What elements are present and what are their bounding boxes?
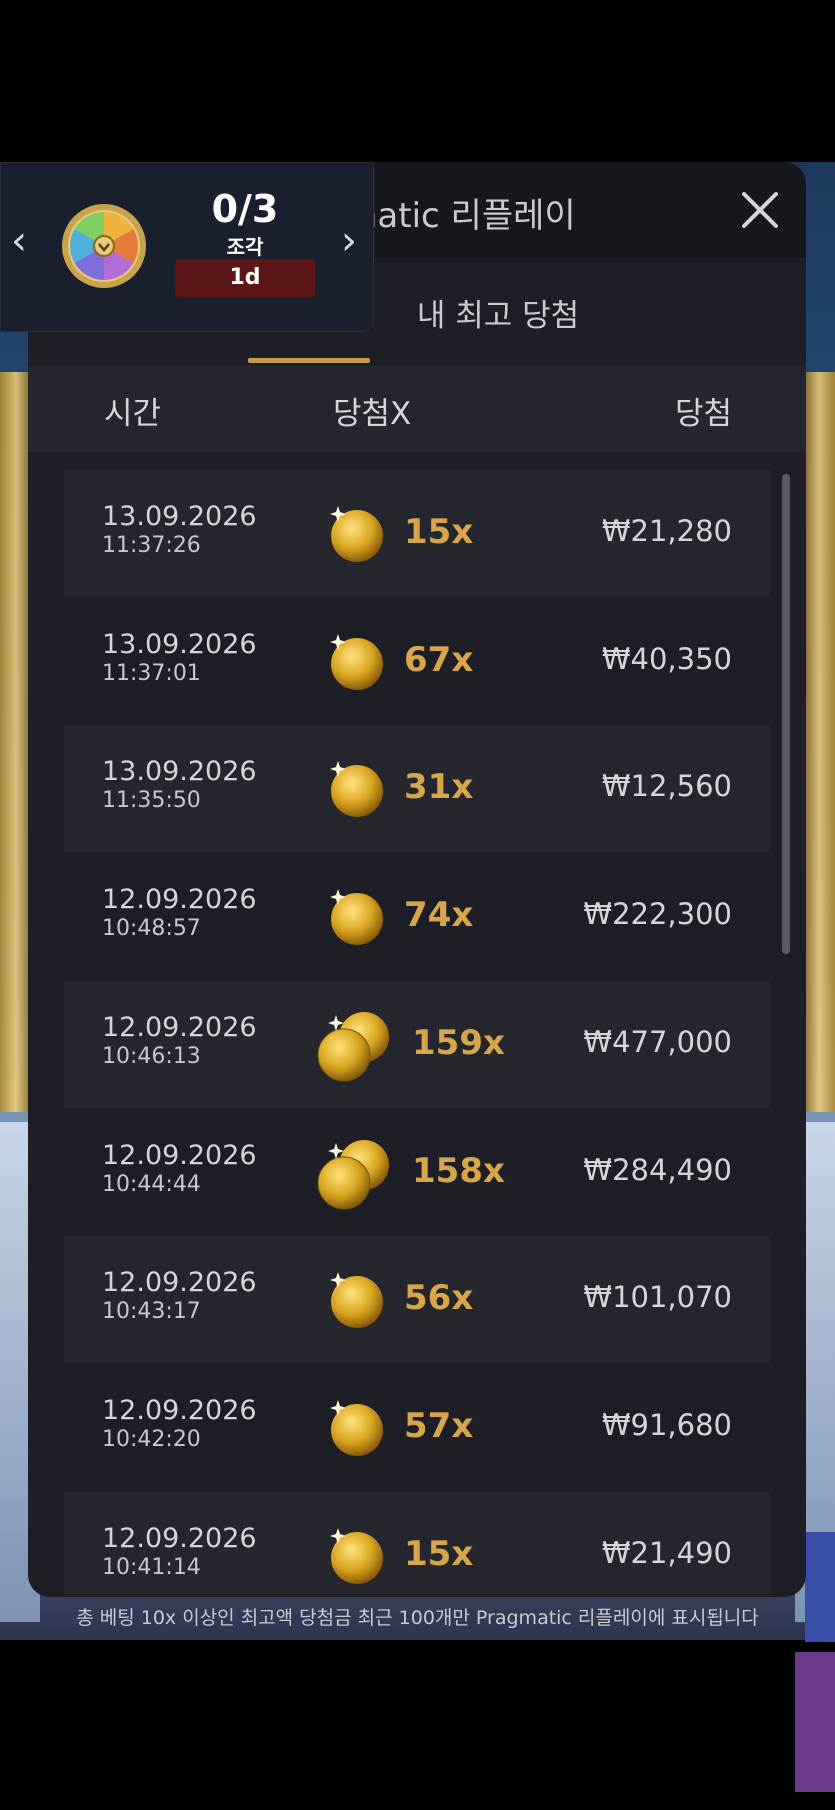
table-header: 시간 당첨X 당첨 <box>28 366 806 452</box>
row-multiplier: 74x <box>404 895 474 935</box>
table-row[interactable]: 12.09.2026 10:48:57 74x ₩222,300 <box>64 853 770 980</box>
row-multiplier: 15x <box>404 512 474 552</box>
close-icon <box>742 192 778 228</box>
row-win-amount: ₩477,000 <box>583 1025 732 1059</box>
fragment-count: 0/3 <box>211 187 279 231</box>
row-multiplier: 15x <box>404 1534 474 1574</box>
row-date: 13.09.2026 <box>102 756 257 787</box>
table-row[interactable]: 12.09.2026 10:41:14 15x ₩21,490 <box>64 1492 770 1594</box>
table-row[interactable]: 12.09.2026 10:46:13 159x ₩477,000 <box>64 981 770 1108</box>
gold-coins-icon <box>317 1012 389 1082</box>
row-date: 12.09.2026 <box>102 1395 257 1426</box>
row-multiplier: 56x <box>404 1278 474 1318</box>
gift-box-decoration <box>795 1652 835 1792</box>
row-win-amount: ₩101,070 <box>583 1280 732 1314</box>
tab-my-best-wins[interactable]: 내 최고 당첨 <box>398 258 598 366</box>
row-date: 13.09.2026 <box>102 501 257 532</box>
fragment-label: 조각 <box>226 235 264 259</box>
row-win-amount: ₩40,350 <box>601 642 732 676</box>
row-win-amount: ₩222,300 <box>583 897 732 931</box>
row-date: 12.09.2026 <box>102 1267 257 1298</box>
fragment-widget: ‹ 0/3 조각 1d › <box>0 162 374 332</box>
column-header-time: 시간 <box>104 396 162 432</box>
row-date: 12.09.2026 <box>102 884 257 915</box>
table-row[interactable]: 13.09.2026 11:35:50 31x ₩12,560 <box>64 725 770 852</box>
row-win-amount: ₩91,680 <box>601 1408 732 1442</box>
gold-coin-icon <box>330 889 383 945</box>
gold-coin-icon <box>330 506 383 562</box>
gold-coin-icon <box>330 1528 383 1584</box>
chevron-right-icon[interactable]: › <box>341 221 357 261</box>
row-date: 13.09.2026 <box>102 629 257 660</box>
row-win-amount: ₩21,280 <box>601 514 732 548</box>
row-time: 11:37:01 <box>102 661 201 686</box>
table-row[interactable]: 12.09.2026 10:44:44 158x ₩284,490 <box>64 1109 770 1236</box>
replay-modal: Pragmatic 리플레이 최신 당첨 내 최고 당첨 시간 당첨X 당첨 1… <box>28 162 806 1597</box>
scrollbar[interactable] <box>782 474 790 954</box>
row-date: 12.09.2026 <box>102 1012 257 1043</box>
row-date: 12.09.2026 <box>102 1140 257 1171</box>
row-time: 10:43:17 <box>102 1299 201 1324</box>
footer-note: 총 베팅 10x 이상인 최고액 당첨금 최근 100개만 Pragmatic … <box>76 1607 759 1629</box>
row-time: 11:37:26 <box>102 533 201 558</box>
gold-coin-icon <box>330 1272 383 1328</box>
wins-list[interactable]: 13.09.2026 11:37:26 15x ₩21,280 13.09.2026 11… <box>64 470 770 1594</box>
row-multiplier: 31x <box>404 767 474 807</box>
table-row[interactable]: 12.09.2026 10:42:20 57x ₩91,680 <box>64 1364 770 1491</box>
table-row[interactable]: 13.09.2026 11:37:26 15x ₩21,280 <box>64 470 770 597</box>
column-header-win: 당첨 <box>674 396 732 432</box>
row-win-amount: ₩21,490 <box>601 1536 732 1570</box>
column-header-multiplier: 당첨X <box>333 396 412 432</box>
close-button[interactable] <box>732 182 788 238</box>
row-win-amount: ₩284,490 <box>583 1153 732 1187</box>
row-win-amount: ₩12,560 <box>601 769 732 803</box>
chevron-left-icon[interactable]: ‹ <box>11 221 27 261</box>
row-time: 10:44:44 <box>102 1172 201 1197</box>
prize-wheel-icon[interactable] <box>61 203 147 289</box>
row-multiplier: 57x <box>404 1406 474 1446</box>
row-time: 10:46:13 <box>102 1044 201 1069</box>
row-multiplier: 158x <box>412 1151 505 1191</box>
row-time: 10:48:57 <box>102 916 201 941</box>
row-date: 12.09.2026 <box>102 1523 257 1554</box>
reel-frame-right <box>803 372 835 1112</box>
fragment-timer: 1d <box>175 259 315 297</box>
row-time: 10:42:20 <box>102 1427 201 1452</box>
row-multiplier: 159x <box>412 1023 505 1063</box>
gold-coin-icon <box>330 634 383 690</box>
gold-coin-icon <box>330 1400 383 1456</box>
row-time: 10:41:14 <box>102 1555 201 1580</box>
table-row[interactable]: 13.09.2026 11:37:01 67x ₩40,350 <box>64 598 770 725</box>
table-row[interactable]: 12.09.2026 10:43:17 56x ₩101,070 <box>64 1236 770 1363</box>
page: Pragmatic 리플레이 최신 당첨 내 최고 당첨 시간 당첨X 당첨 1… <box>0 0 835 1810</box>
active-tab-indicator <box>248 358 370 363</box>
gold-coins-icon <box>317 1140 389 1210</box>
row-multiplier: 67x <box>404 640 474 680</box>
row-time: 11:35:50 <box>102 788 201 813</box>
gold-coin-icon <box>330 761 383 817</box>
